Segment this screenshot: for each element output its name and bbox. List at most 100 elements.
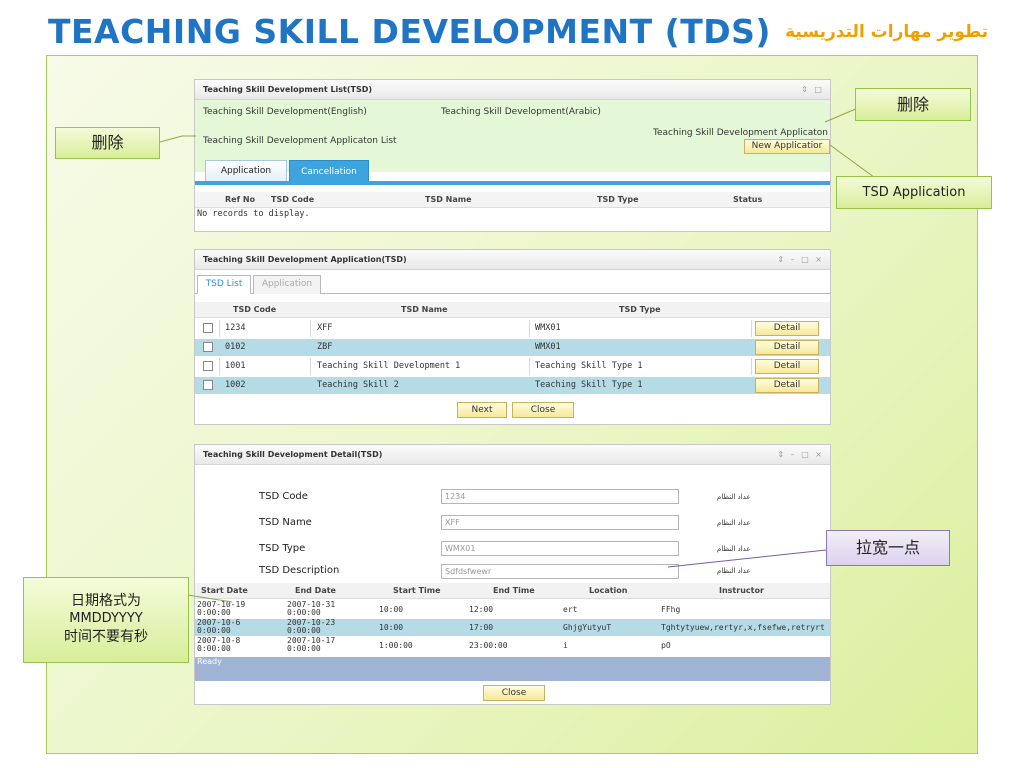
tsd-code-field[interactable]: 1234 [441,489,679,504]
panel-title: Teaching Skill Development List(TSD) [203,85,373,94]
callout-widen: 拉宽一点 [826,530,950,566]
cell-name: Teaching Skill 2 [317,380,399,390]
close-button[interactable]: Close [483,685,545,701]
table-row[interactable]: 2007-10-6 0:00:00 2007-10-23 0:00:00 10:00… [195,619,830,636]
detail-button[interactable]: Detail [755,359,819,374]
arabic-label: عداد النظام [717,519,751,527]
tsd-type-field[interactable]: WMX01 [441,541,679,556]
tsd-detail-panel: Teaching Skill Development Detail(TSD) ⇕… [194,444,831,705]
grid-header: Ref No TSD Code TSD Name TSD Type Status [195,192,830,208]
table-row[interactable]: 1001 Teaching Skill Development 1 Teachi… [195,358,830,375]
subtab-application[interactable]: Application [253,275,321,294]
row-checkbox[interactable] [203,380,213,390]
col-location[interactable]: Location [589,586,628,595]
arabic-label: عداد النظام [717,493,751,501]
cell-end-time: 17:00 [469,623,494,632]
window-controls[interactable]: ⇕ – □ × [777,445,824,465]
cell-name: XFF [317,323,333,333]
cell-code: 1234 [225,323,246,333]
callout-date-format: 日期格式为 MMDDYYYY 时间不要有秒 [23,577,189,663]
tsd-name-field[interactable]: XFF [441,515,679,530]
col-instructor[interactable]: Instructor [719,586,764,595]
list-title: Teaching Skill Development Applicaton Li… [203,136,397,146]
table-row[interactable]: 1234 XFF WMX01 Detail [195,320,830,337]
tab-underline [195,181,830,185]
col-tsd-code[interactable]: TSD Code [271,195,314,204]
status-bar: Ready [195,657,830,681]
cell-start-date: 2007-10-19 0:00:00 [197,600,246,617]
cell-code: 1002 [225,380,246,390]
cell-instructor: Tghtytyuew,rertyr,x,fsefwe,retryrt [661,623,825,632]
cell-end-time: 23:00:00 [469,641,508,650]
date-format-line: 日期格式为 [71,593,141,609]
link-arabic[interactable]: Teaching Skill Development(Arabic) [441,107,601,117]
close-button[interactable]: Close [512,402,574,418]
table-row[interactable]: 1002 Teaching Skill 2 Teaching Skill Typ… [195,377,830,394]
cell-location: i [563,641,568,650]
window-controls[interactable]: ⇕ – □ × [777,250,824,270]
detail-grid-header: Start Date End Date Start Time End Time … [195,583,830,599]
col-tsd-type[interactable]: TSD Type [619,305,661,314]
cell-start-time: 10:00 [379,605,404,614]
table-row[interactable]: 2007-10-19 0:00:00 2007-10-31 0:00:00 10:0… [195,601,830,618]
label-tsd-code: TSD Code [259,491,308,502]
date-format-line: MMDDYYYY [69,611,143,626]
cell-name: ZBF [317,342,333,352]
cell-location: ert [563,605,578,614]
cell-type: WMX01 [535,342,561,352]
tsd-description-field[interactable]: Sdfdsfwewr [441,564,679,579]
col-end-time[interactable]: End Time [493,586,535,595]
cell-instructor: pO [661,641,671,650]
label-tsd-type: TSD Type [259,543,306,554]
label-tsd-description: TSD Description [259,565,340,576]
col-tsd-name[interactable]: TSD Name [425,195,472,204]
next-button[interactable]: Next [457,402,507,418]
cell-name: Teaching Skill Development 1 [317,361,461,371]
row-checkbox[interactable] [203,361,213,371]
callout-tsd-application: TSD Application [836,176,992,209]
col-ref-no[interactable]: Ref No [225,195,255,204]
detail-button[interactable]: Detail [755,378,819,393]
cell-start-time: 1:00:00 [379,641,413,650]
link-english[interactable]: Teaching Skill Development(English) [203,107,367,117]
cell-start-date: 2007-10-6 0:00:00 [197,618,241,635]
col-tsd-type[interactable]: TSD Type [597,195,639,204]
cell-code: 1001 [225,361,246,371]
col-end-date[interactable]: End Date [295,586,336,595]
col-tsd-code[interactable]: TSD Code [233,305,276,314]
cell-instructor: FFhg [661,605,681,614]
panel-header: Teaching Skill Development Detail(TSD) ⇕… [195,445,830,465]
cell-start-date: 2007-10-8 0:00:00 [197,636,241,653]
cell-end-date: 2007-10-31 0:00:00 [287,600,336,617]
col-start-date[interactable]: Start Date [201,586,248,595]
row-checkbox[interactable] [203,323,213,333]
cell-type: Teaching Skill Type 1 [535,361,643,371]
cell-end-date: 2007-10-17 0:00:00 [287,636,336,653]
subtab-tsd-list[interactable]: TSD List [197,275,251,294]
grid-header: TSD Code TSD Name TSD Type [195,302,830,318]
new-application-button[interactable]: New Applicatior [744,139,830,154]
col-tsd-name[interactable]: TSD Name [401,305,448,314]
col-status[interactable]: Status [733,195,762,204]
detail-button[interactable]: Detail [755,340,819,355]
arabic-label: عداد النظام [717,545,751,553]
panel-title: Teaching Skill Development Detail(TSD) [203,450,383,459]
callout-delete-right: 删除 [855,88,971,121]
col-start-time[interactable]: Start Time [393,586,441,595]
empty-message: No records to display. [197,209,310,219]
right-title: Teaching Skill Development Applicaton [653,128,828,138]
table-row[interactable]: 0102 ZBF WMX01 Detail [195,339,830,356]
arabic-label: عداد النظام [717,567,751,575]
table-row[interactable]: 2007-10-8 0:00:00 2007-10-17 0:00:00 1:00:… [195,637,830,654]
detail-button[interactable]: Detail [755,321,819,336]
row-checkbox[interactable] [203,342,213,352]
date-format-line: 时间不要有秒 [64,629,148,645]
status-text: Ready [197,657,222,666]
label-tsd-name: TSD Name [259,517,312,528]
panel-title: Teaching Skill Development Application(T… [203,255,407,264]
window-controls[interactable]: ⇕ □ [801,80,824,100]
slide-title: TEACHING SKILL DEVELOPMENT (TDS) [48,12,772,51]
tab-application[interactable]: Application [205,160,287,182]
tab-cancellation[interactable]: Cancellation [289,160,369,182]
panel-header: Teaching Skill Development Application(T… [195,250,830,270]
